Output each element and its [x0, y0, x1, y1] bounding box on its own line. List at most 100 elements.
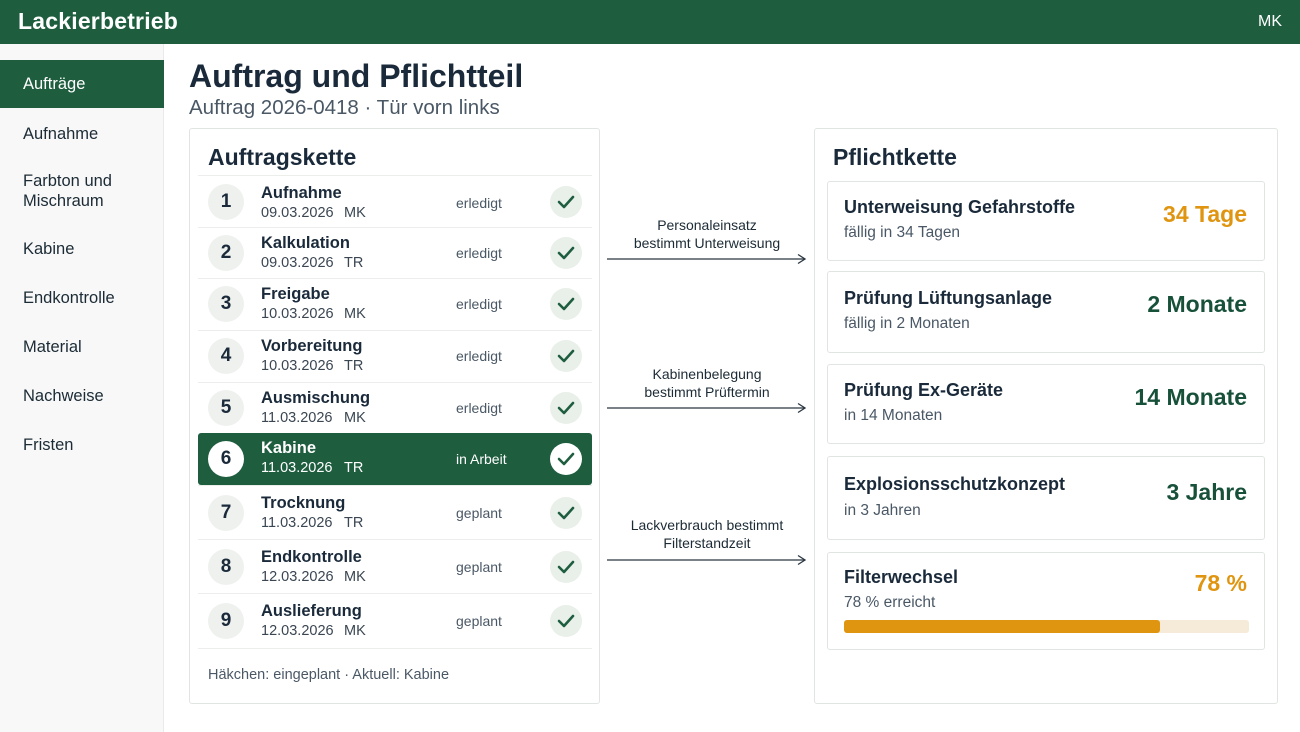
check-icon[interactable] [550, 443, 582, 475]
step-assignee: TR [344, 358, 364, 374]
filter-progress-fill [844, 620, 1160, 633]
duty-title: Prüfung Lüftungsanlage [844, 288, 1052, 308]
step-assignee: MK [344, 205, 366, 221]
duty-title: Unterweisung Gefahrstoffe [844, 197, 1076, 217]
duty-value: 3 Jahre [1166, 479, 1247, 505]
order-chain-title: Auftragskette [208, 144, 357, 170]
chain-step[interactable]: 5 Ausmischung 11.03.2026 MK erledigt [198, 382, 592, 433]
connector: Kabinenbelegung bestimmt Prüftermin [607, 365, 807, 417]
user-initials[interactable]: MK [1258, 13, 1282, 31]
sidebar-item-endkontrolle[interactable]: Endkontrolle [0, 288, 164, 308]
sidebar-item-material[interactable]: Material [0, 337, 164, 357]
check-icon[interactable] [550, 340, 582, 372]
sidebar-item-label: Kabine [23, 240, 75, 258]
step-assignee: TR [344, 460, 364, 476]
connector: Lackverbrauch bestimmt Filterstandzeit [607, 516, 807, 568]
check-icon[interactable] [550, 497, 582, 529]
chain-step[interactable]: 8 Endkontrolle 12.03.2026 MK geplant [198, 539, 592, 593]
step-number: 9 [208, 603, 244, 639]
sidebar-item-auftraege[interactable]: Aufträge [0, 60, 164, 108]
step-number: 1 [208, 184, 244, 220]
check-icon[interactable] [550, 392, 582, 424]
step-date: 11.03.2026 [261, 410, 333, 426]
chain-step[interactable]: 7 Trocknung 11.03.2026 TR geplant [198, 485, 592, 539]
step-date: 09.03.2026 [261, 255, 334, 271]
step-status: erledigt [456, 245, 502, 261]
step-number: 2 [208, 235, 244, 271]
duty-card[interactable]: Explosionsschutzkonzept in 3 Jahren 3 Ja… [827, 456, 1265, 540]
sidebar-item-aufnahme[interactable]: Aufnahme [0, 124, 164, 144]
connector-label: bestimmt Prüftermin [644, 384, 770, 400]
sidebar-item-farbton-mischraum[interactable]: Farbton und Mischraum [0, 171, 140, 211]
check-icon[interactable] [550, 605, 582, 637]
step-status: in Arbeit [456, 451, 507, 467]
step-name: Freigabe [261, 285, 330, 303]
step-name: Endkontrolle [261, 548, 362, 566]
step-status: erledigt [456, 195, 502, 211]
arrow-right-icon [607, 402, 807, 414]
step-assignee: MK [344, 623, 366, 639]
duty-due: 78 % erreicht [844, 594, 936, 611]
duty-title: Prüfung Ex-Geräte [844, 380, 1004, 400]
order-chain-panel: Auftragskette 1 Aufnahme 09.03.2026 MK e… [189, 128, 600, 704]
chain-step[interactable]: 9 Auslieferung 12.03.2026 MK geplant [198, 593, 592, 649]
duty-due: in 14 Monaten [844, 407, 943, 424]
duty-title: Filterwechsel [844, 567, 959, 587]
sidebar-item-kabine[interactable]: Kabine [0, 239, 164, 259]
duty-value: 78 % [1194, 570, 1247, 596]
chain-step[interactable]: 3 Freigabe 10.03.2026 MK erledigt [198, 278, 592, 330]
step-assignee: TR [344, 515, 364, 531]
arrow-right-icon [607, 554, 807, 566]
check-icon[interactable] [550, 237, 582, 269]
step-date: 11.03.2026 [261, 515, 333, 531]
step-date: 11.03.2026 [261, 460, 333, 476]
step-name: Ausmischung [261, 389, 371, 407]
connector: Personaleinsatz bestimmt Unterweisung [607, 216, 807, 268]
sidebar: Aufträge Aufnahme Farbton und Mischraum … [0, 44, 164, 732]
step-number: 8 [208, 549, 244, 585]
duty-card[interactable]: Filterwechsel 78 % erreicht 78 % [827, 552, 1265, 650]
sidebar-item-fristen[interactable]: Fristen [0, 435, 164, 455]
duty-card[interactable]: Unterweisung Gefahrstoffe fällig in 34 T… [827, 181, 1265, 261]
duty-card[interactable]: Prüfung Lüftungsanlage fällig in 2 Monat… [827, 271, 1265, 353]
step-assignee: MK [344, 306, 366, 322]
step-name: Vorbereitung [261, 337, 363, 355]
page-subtitle: Auftrag 2026-0418 · Tür vorn links [189, 96, 500, 119]
step-status: geplant [456, 505, 502, 521]
check-icon[interactable] [550, 551, 582, 583]
duty-value: 14 Monate [1134, 384, 1247, 410]
step-name: Trocknung [261, 494, 346, 512]
check-icon[interactable] [550, 288, 582, 320]
duty-card[interactable]: Prüfung Ex-Geräte in 14 Monaten 14 Monat… [827, 364, 1265, 444]
step-number: 3 [208, 286, 244, 322]
step-name: Kalkulation [261, 234, 350, 252]
sidebar-item-label: Endkontrolle [23, 289, 115, 307]
check-icon[interactable] [550, 186, 582, 218]
arrow-right-icon [607, 253, 807, 265]
step-name: Kabine [261, 439, 317, 457]
step-status: geplant [456, 559, 502, 575]
sidebar-item-nachweise[interactable]: Nachweise [0, 386, 164, 406]
chain-step[interactable]: 1 Aufnahme 09.03.2026 MK erledigt [198, 175, 592, 227]
connector-label: Personaleinsatz [657, 217, 757, 233]
step-date: 10.03.2026 [261, 306, 334, 322]
step-status: geplant [456, 613, 502, 629]
duty-chain-title: Pflichtkette [833, 144, 957, 170]
sidebar-item-label: Fristen [23, 436, 74, 454]
duty-chain-panel: Pflichtkette Unterweisung Gefahrstoffe f… [814, 128, 1278, 704]
duty-due: fällig in 2 Monaten [844, 315, 970, 332]
sidebar-item-label: Nachweise [23, 387, 104, 405]
chain-step-current[interactable]: 6 Kabine 11.03.2026 TR in Arbeit [198, 433, 592, 485]
step-assignee: TR [344, 255, 364, 271]
duty-due: fällig in 34 Tagen [844, 224, 961, 241]
chain-step[interactable]: 4 Vorbereitung 10.03.2026 TR erledigt [198, 330, 592, 382]
step-number: 6 [208, 441, 244, 477]
step-status: erledigt [456, 348, 502, 364]
sidebar-item-label: Material [23, 338, 82, 356]
step-date: 10.03.2026 [261, 358, 334, 374]
connector-label: Lackverbrauch bestimmt [630, 517, 784, 533]
step-status: erledigt [456, 296, 502, 312]
step-date: 09.03.2026 [261, 205, 334, 221]
sidebar-item-label: Aufnahme [23, 125, 99, 143]
chain-step[interactable]: 2 Kalkulation 09.03.2026 TR erledigt [198, 227, 592, 278]
